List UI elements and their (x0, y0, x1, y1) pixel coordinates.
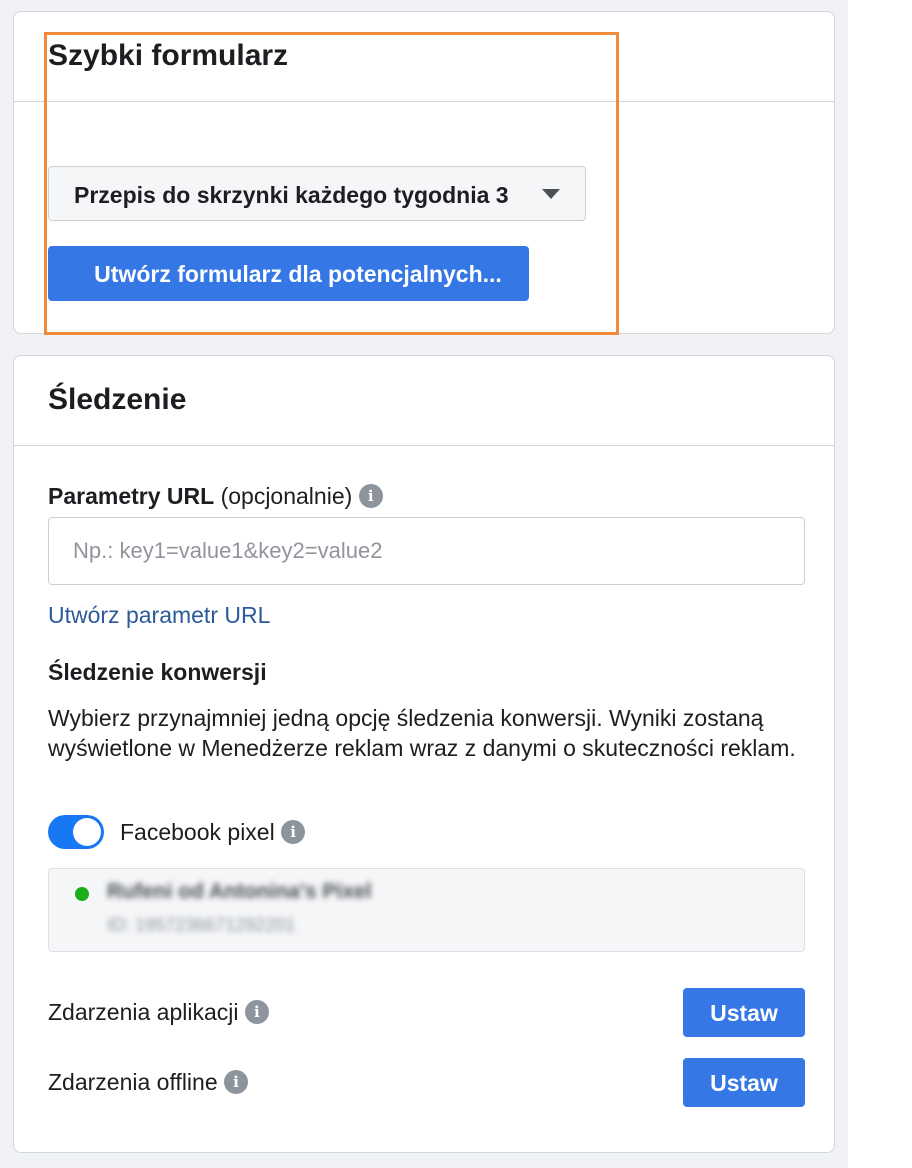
url-params-optional-text: (opcjonalnie) (220, 483, 353, 509)
offline-events-set-button[interactable]: Ustaw (683, 1058, 805, 1107)
quick-form-header: Szybki formularz (14, 12, 834, 102)
info-icon[interactable]: i (281, 819, 306, 844)
form-select-value: Przepis do skrzynki każdego tygodnia 3 (74, 182, 509, 208)
info-icon[interactable]: i (224, 1069, 249, 1094)
create-url-param-link[interactable]: Utwórz parametr URL (48, 601, 270, 629)
app-events-label: Zdarzenia aplikacji i (48, 998, 269, 1026)
app-events-set-button[interactable]: Ustaw (683, 988, 805, 1037)
facebook-pixel-label: Facebook pixel i (120, 818, 306, 846)
offline-events-label: Zdarzenia offline i (48, 1068, 249, 1096)
pixel-id: ID: 1957236671292201 (107, 915, 296, 935)
status-dot-icon (75, 887, 89, 901)
offline-events-label-text: Zdarzenia offline (48, 1069, 218, 1095)
url-params-placeholder: Np.: key1=value1&key2=value2 (73, 538, 383, 563)
create-lead-form-button[interactable]: Utwórz formularz dla potencjalnych... (48, 246, 529, 301)
facebook-pixel-toggle[interactable] (48, 815, 104, 849)
toggle-knob (73, 818, 101, 846)
caret-down-icon (542, 189, 560, 199)
url-params-label: Parametry URL (opcjonalnie) i (48, 482, 383, 510)
info-icon[interactable]: i (244, 999, 269, 1024)
right-panel-background (848, 0, 912, 1168)
tracking-header: Śledzenie (14, 356, 834, 446)
form-select-dropdown[interactable]: Przepis do skrzynki każdego tygodnia 3 (48, 166, 586, 221)
facebook-pixel-label-text: Facebook pixel (120, 819, 275, 845)
tracking-title: Śledzenie (48, 383, 187, 416)
quick-form-card: Szybki formularz Przepis do skrzynki każ… (13, 11, 835, 335)
url-params-label-text: Parametry URL (48, 483, 215, 509)
conversion-tracking-heading: Śledzenie konwersji (48, 659, 267, 685)
info-icon[interactable]: i (358, 483, 383, 508)
url-params-input[interactable]: Np.: key1=value1&key2=value2 (48, 517, 805, 585)
conversion-tracking-description: Wybierz przynajmniej jedną opcję śledzen… (48, 705, 796, 761)
pixel-selection-box[interactable]: Rufeni od Antonina's Pixel ID: 195723667… (48, 868, 805, 952)
tracking-card: Śledzenie Parametry URL (opcjonalnie) i … (13, 355, 835, 1153)
quick-form-title: Szybki formularz (48, 39, 289, 72)
app-events-label-text: Zdarzenia aplikacji (48, 999, 239, 1025)
pixel-name: Rufeni od Antonina's Pixel (107, 880, 372, 903)
